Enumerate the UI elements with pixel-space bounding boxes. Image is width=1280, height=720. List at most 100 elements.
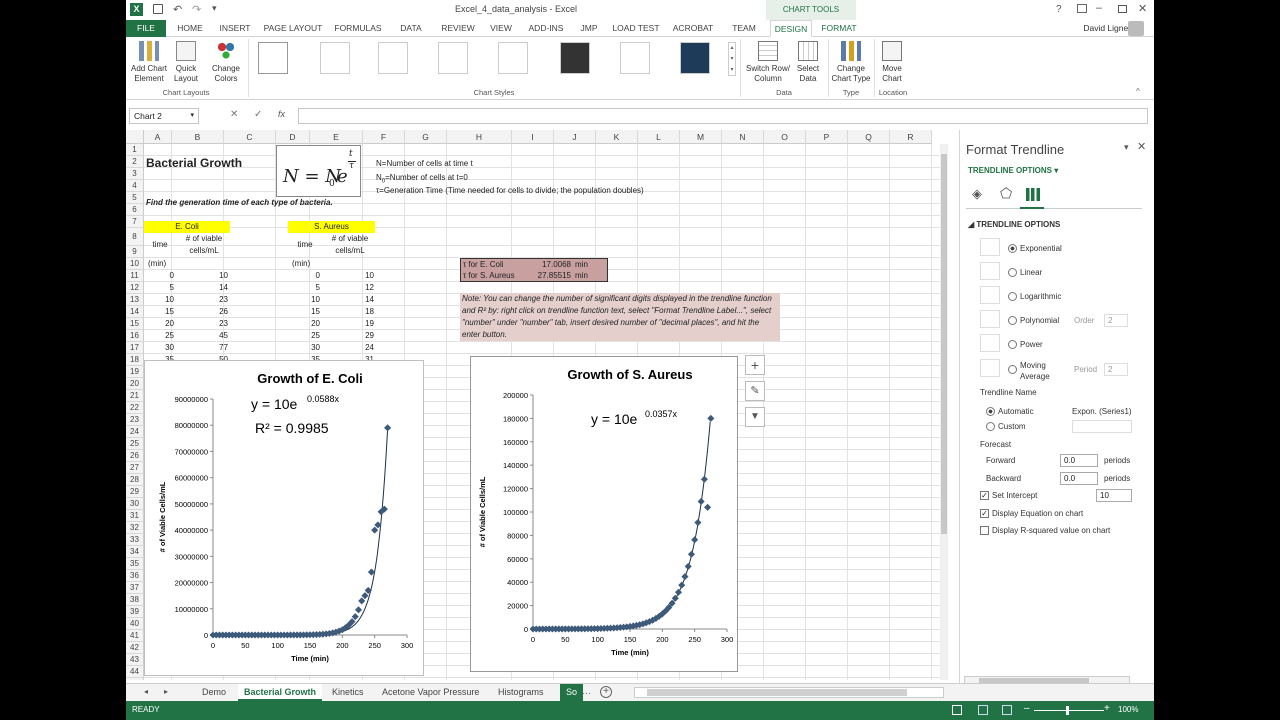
row-header[interactable]: 34 [126, 546, 144, 558]
chart-style-6[interactable] [560, 42, 590, 74]
automatic-label[interactable]: Automatic [998, 407, 1034, 416]
horizontal-scrollbar[interactable] [634, 687, 944, 698]
more-sheets-icon[interactable]: … [582, 686, 591, 696]
row-header[interactable]: 14 [126, 306, 144, 318]
zoom-in-button[interactable]: + [1104, 703, 1110, 714]
row-header[interactable]: 21 [126, 390, 144, 402]
row-header[interactable]: 41 [126, 630, 144, 642]
ecoli-count-cell[interactable]: 26 [178, 306, 228, 318]
automatic-radio[interactable] [986, 407, 995, 416]
chart-style-1[interactable] [258, 42, 288, 74]
row-header[interactable]: 24 [126, 426, 144, 438]
change-colors-button[interactable]: Change Colors [206, 41, 246, 84]
row-header[interactable]: 35 [126, 558, 144, 570]
avatar[interactable] [1128, 21, 1144, 36]
saureus-count-cell[interactable]: 18 [324, 306, 374, 318]
linear-label[interactable]: Linear [1020, 268, 1042, 277]
chart-style-7[interactable] [620, 42, 650, 74]
column-header[interactable]: I [512, 130, 554, 144]
tab-add-ins[interactable]: ADD-INS [524, 20, 568, 37]
row-header[interactable]: 15 [126, 318, 144, 330]
row-header[interactable]: 19 [126, 366, 144, 378]
saureus-time-cell[interactable]: 10 [288, 294, 320, 306]
saureus-count-cell[interactable]: 10 [324, 270, 374, 282]
row-header[interactable]: 12 [126, 282, 144, 294]
prev-sheet-icon[interactable]: ◂ [144, 687, 148, 696]
enter-formula-button[interactable]: ✓ [254, 109, 262, 120]
saureus-count-cell[interactable]: 24 [324, 342, 374, 354]
saureus-time-cell[interactable]: 30 [288, 342, 320, 354]
tab-view[interactable]: VIEW [486, 20, 516, 37]
add-sheet-button[interactable]: + [600, 686, 612, 698]
next-sheet-icon[interactable]: ▸ [164, 687, 168, 696]
display-r2-checkbox[interactable] [980, 526, 989, 535]
row-header[interactable]: 10 [126, 258, 144, 270]
ecoli-chart[interactable]: Growth of E. Coli 0 10000000 20000000 300000… [144, 360, 424, 676]
row-header[interactable]: 30 [126, 498, 144, 510]
row-header[interactable]: 32 [126, 522, 144, 534]
column-header[interactable]: C [224, 130, 276, 144]
tab-format[interactable]: FORMAT [818, 20, 860, 37]
zoom-level[interactable]: 100% [1118, 705, 1138, 714]
vertical-scroll-thumb[interactable] [941, 154, 947, 534]
ecoli-count-cell[interactable]: 45 [178, 330, 228, 342]
normal-view-icon[interactable] [952, 705, 962, 715]
column-header[interactable]: J [554, 130, 596, 144]
column-header[interactable]: E [310, 130, 363, 144]
ecoli-time-cell[interactable]: 10 [144, 294, 174, 306]
saureus-time-cell[interactable]: 25 [288, 330, 320, 342]
sheet-tab-acetone-vapor-pressure[interactable]: Acetone Vapor Pressure [376, 684, 485, 701]
sheet-tab-demo[interactable]: Demo [196, 684, 232, 701]
zoom-slider[interactable] [1034, 706, 1104, 715]
chart-style-2[interactable] [320, 42, 350, 74]
moving-average-label[interactable]: Moving Average [1020, 360, 1060, 382]
logarithmic-radio[interactable] [1008, 292, 1017, 301]
moving-average-radio[interactable] [1008, 365, 1017, 374]
row-header[interactable]: 37 [126, 582, 144, 594]
row-header[interactable]: 33 [126, 534, 144, 546]
ecoli-time-cell[interactable]: 5 [144, 282, 174, 294]
ecoli-count-cell[interactable]: 23 [178, 318, 228, 330]
row-header[interactable]: 6 [126, 204, 144, 216]
sheet-tab-kinetics[interactable]: Kinetics [326, 684, 370, 701]
row-header[interactable]: 8 [126, 228, 144, 246]
tab-design[interactable]: DESIGN [770, 20, 812, 37]
trendline-options-dropdown[interactable]: TRENDLINE OPTIONS ▾ [968, 166, 1058, 175]
row-header[interactable]: 36 [126, 570, 144, 582]
chart-style-4[interactable] [438, 42, 468, 74]
change-chart-type-button[interactable]: Change Chart Type [830, 41, 872, 84]
row-header[interactable]: 2 [126, 156, 144, 168]
row-header[interactable]: 38 [126, 594, 144, 606]
tab-jmp[interactable]: JMP [576, 20, 602, 37]
row-header[interactable]: 43 [126, 654, 144, 666]
ecoli-count-cell[interactable]: 23 [178, 294, 228, 306]
trendline-section-header[interactable]: ◢ TRENDLINE OPTIONS [968, 220, 1060, 229]
zoom-out-button[interactable]: – [1024, 703, 1030, 714]
tab-team[interactable]: TEAM [726, 20, 762, 37]
row-header[interactable]: 23 [126, 414, 144, 426]
backward-input[interactable]: 0.0 [1060, 472, 1098, 485]
chart-style-3[interactable] [378, 42, 408, 74]
column-header[interactable]: A [144, 130, 172, 144]
row-header[interactable]: 9 [126, 246, 144, 258]
column-header[interactable]: Q [848, 130, 890, 144]
chart-elements-button[interactable]: + [745, 355, 765, 375]
saureus-time-cell[interactable]: 0 [288, 270, 320, 282]
column-header[interactable]: K [596, 130, 638, 144]
collapse-ribbon-icon[interactable]: ^ [1136, 87, 1140, 96]
tab-home[interactable]: HOME [172, 20, 208, 37]
row-header[interactable]: 5 [126, 192, 144, 204]
row-header[interactable]: 40 [126, 618, 144, 630]
vertical-scrollbar[interactable] [940, 144, 948, 680]
ecoli-count-cell[interactable]: 10 [178, 270, 228, 282]
trendline-options-icon[interactable] [1026, 188, 1040, 201]
close-button[interactable]: ✕ [1138, 2, 1147, 15]
maximize-button[interactable] [1118, 5, 1127, 13]
row-header[interactable]: 3 [126, 168, 144, 180]
sheet-tab-so[interactable]: So [560, 684, 584, 701]
tab-load-test[interactable]: LOAD TEST [610, 20, 662, 37]
user-name[interactable]: David Lignell [1056, 20, 1132, 37]
saureus-chart[interactable]: Growth of S. Aureus 0 20000 40000 60000 80000… [470, 356, 738, 672]
column-header[interactable]: M [680, 130, 722, 144]
saureus-count-cell[interactable]: 29 [324, 330, 374, 342]
